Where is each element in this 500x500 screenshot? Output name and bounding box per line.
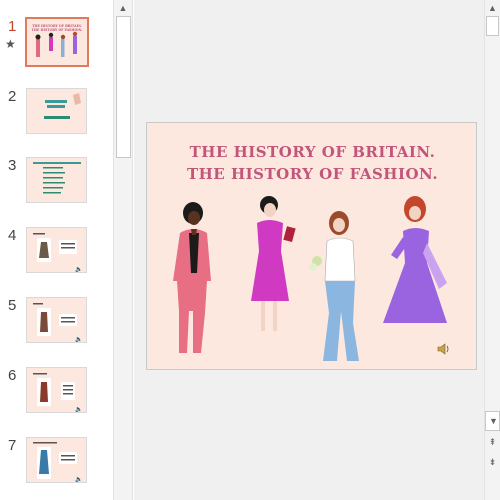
slide-title-line2: THE HISTORY OF FASHION. (186, 165, 439, 183)
speaker-icon[interactable] (437, 343, 451, 355)
slide-preview[interactable]: THE HISTORY OF BRITAIN. THE HISTORY OF F… (25, 17, 89, 67)
slide-preview[interactable]: 🔈 (26, 227, 87, 273)
svg-text:🔈: 🔈 (75, 266, 82, 273)
slide-preview[interactable]: 🔈 (26, 297, 87, 343)
figure-magenta-dress (251, 196, 296, 331)
scrollbar-thumb[interactable] (116, 16, 131, 158)
slide-canvas[interactable]: THE HISTORY OF BRITAIN. THE HISTORY OF F… (146, 122, 477, 370)
fashion-figures-illustration[interactable] (147, 193, 478, 371)
scroll-down-arrow-icon: ▼ (489, 416, 498, 426)
slide-title[interactable]: THE HISTORY OF BRITAIN. THE HISTORY OF F… (147, 141, 478, 185)
thumb-title-line2: THE HISTORY OF FASHION. (32, 28, 83, 32)
slide-number: 6 (8, 367, 17, 384)
slide-thumbnail-6[interactable]: 6 🔈 (0, 367, 113, 427)
slide-thumbnail-7[interactable]: 7 🔈 (0, 437, 113, 497)
svg-text:🔈: 🔈 (75, 476, 82, 483)
slide-preview[interactable] (26, 88, 87, 134)
slide-number: 5 (8, 297, 17, 314)
editor-scrollbar[interactable]: ▲ ▼ ⇞ ⇟ (484, 0, 500, 500)
slide-thumbnail-2[interactable]: 2 (0, 88, 113, 148)
figure-jeans (309, 211, 359, 361)
figure-pink-suit (173, 202, 211, 353)
slide-number: 2 (8, 88, 17, 105)
slide-preview[interactable]: 🔈 (26, 367, 87, 413)
figure-purple-gown (383, 196, 447, 323)
animation-star-icon: ★ (5, 37, 16, 51)
slide-preview[interactable] (26, 157, 87, 203)
slide-thumbnail-5[interactable]: 5 🔈 (0, 297, 113, 357)
scrollbar-thumb[interactable] (486, 16, 499, 36)
slide-thumbnail-4[interactable]: 4 🔈 (0, 227, 113, 287)
thumbnail-scrollbar[interactable]: ▲ (113, 0, 133, 500)
slide-number: 7 (8, 437, 17, 454)
slide-preview[interactable]: 🔈 (26, 437, 87, 483)
slide-number: 1 (8, 18, 17, 35)
slide-number: 4 (8, 227, 17, 244)
scroll-up-arrow-icon[interactable]: ▲ (114, 0, 132, 16)
slide-title-line1: THE HISTORY OF BRITAIN. (189, 143, 436, 161)
scroll-up-arrow-icon[interactable]: ▲ (485, 0, 500, 16)
slide-editor-area[interactable]: THE HISTORY OF BRITAIN. THE HISTORY OF F… (134, 0, 484, 500)
previous-slide-icon[interactable]: ⇞ (485, 434, 500, 450)
next-slide-icon[interactable]: ⇟ (485, 454, 500, 470)
svg-text:🔈: 🔈 (75, 406, 82, 413)
svg-text:🔈: 🔈 (75, 336, 82, 343)
scroll-down-button[interactable]: ▼ (485, 411, 500, 431)
slide-thumbnail-3[interactable]: 3 (0, 157, 113, 217)
slide-number: 3 (8, 157, 17, 174)
slide-thumbnail-pane[interactable]: 1 ★ THE HISTORY OF BRITAIN. THE HISTORY … (0, 0, 113, 500)
slide-thumbnail-1[interactable]: 1 ★ THE HISTORY OF BRITAIN. THE HISTORY … (0, 17, 113, 78)
